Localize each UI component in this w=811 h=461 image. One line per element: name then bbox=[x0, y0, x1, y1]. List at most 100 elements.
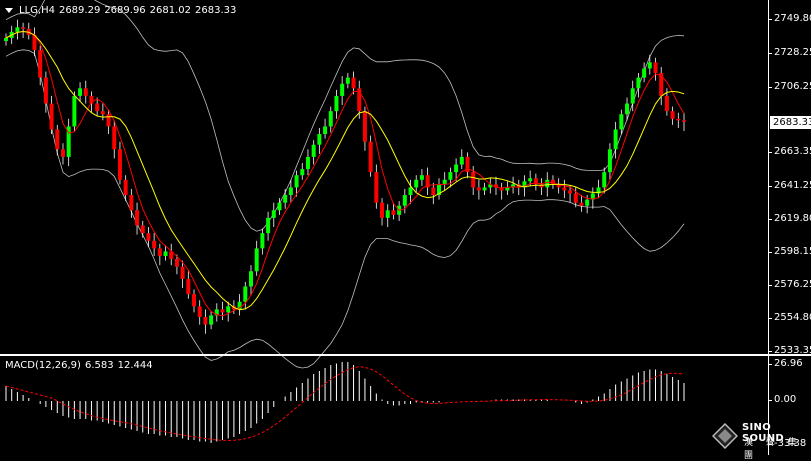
candle-body bbox=[545, 179, 550, 188]
candle-body bbox=[385, 210, 390, 218]
candle-body bbox=[266, 217, 271, 234]
candle-body bbox=[203, 316, 208, 325]
low-value: 2681.02 bbox=[149, 5, 192, 16]
candle-body bbox=[220, 309, 225, 313]
price-tick: 2706.25 bbox=[767, 81, 811, 92]
open-value: 2689.29 bbox=[58, 5, 101, 16]
candle-body bbox=[174, 259, 179, 267]
candle-body bbox=[482, 187, 487, 191]
macd-value: 6.583 bbox=[84, 360, 114, 371]
chart-header: LLG,H4 2689.29 2689.96 2681.02 2683.33 bbox=[5, 5, 236, 16]
price-tick: 2554.80 bbox=[767, 312, 811, 323]
candle-body bbox=[328, 111, 333, 127]
candle-body bbox=[135, 210, 140, 226]
price-axis-line bbox=[768, 0, 769, 455]
candle-body bbox=[334, 95, 339, 112]
price-tick: 2576.25 bbox=[767, 279, 811, 290]
candle-body bbox=[254, 248, 259, 272]
diamond-logo-icon bbox=[712, 423, 738, 449]
candle-body bbox=[140, 225, 145, 234]
candle-body bbox=[664, 95, 669, 112]
candle-body bbox=[374, 172, 379, 203]
candle-body bbox=[271, 210, 276, 218]
candle-body bbox=[448, 172, 453, 180]
macd-header: MACD(12,26,9) 6.583 12.444 bbox=[5, 360, 153, 371]
candle-body bbox=[152, 240, 157, 249]
price-tick: 2641.25 bbox=[767, 180, 811, 191]
candle-body bbox=[323, 126, 328, 135]
candle-body bbox=[55, 129, 60, 150]
candle-body bbox=[78, 88, 83, 96]
candle-body bbox=[362, 111, 367, 142]
watermark-sub: 漢 聲 集 團 bbox=[744, 438, 802, 461]
candle-body bbox=[454, 164, 459, 173]
candle-body bbox=[72, 95, 77, 127]
macd-tick: 26.96 bbox=[768, 358, 803, 369]
candle-body bbox=[630, 88, 635, 104]
chart-canvas[interactable] bbox=[0, 0, 811, 455]
price-tick: 2728.25 bbox=[767, 47, 811, 58]
candle-body bbox=[60, 149, 65, 157]
candle-body bbox=[106, 114, 111, 127]
candle-body bbox=[682, 120, 686, 122]
candle-body bbox=[414, 179, 419, 188]
candle-body bbox=[676, 118, 681, 121]
candle-body bbox=[431, 187, 436, 196]
candle-body bbox=[260, 233, 265, 249]
bollinger-lower-band bbox=[5, 49, 685, 369]
price-tick: 2598.15 bbox=[767, 246, 811, 257]
candle-body bbox=[146, 233, 151, 241]
high-value: 2689.96 bbox=[104, 5, 146, 16]
candle-body bbox=[197, 306, 202, 317]
macd-signal-line bbox=[5, 366, 685, 442]
candle-body bbox=[129, 195, 134, 211]
candle-body bbox=[248, 271, 253, 287]
candle-body bbox=[83, 88, 88, 96]
candle-body bbox=[391, 210, 396, 215]
candle-body bbox=[476, 187, 481, 191]
price-tick: 2749.80 bbox=[767, 13, 811, 24]
candle-body bbox=[642, 68, 647, 78]
candle-body bbox=[305, 156, 310, 170]
chart-window[interactable]: LLG,H4 2689.29 2689.96 2681.02 2683.33 2… bbox=[0, 0, 811, 461]
macd-label: MACD(12,26,9) bbox=[5, 360, 81, 371]
candle-body bbox=[226, 306, 231, 313]
candle-body bbox=[38, 50, 43, 78]
candle-body bbox=[419, 175, 424, 180]
candle-body bbox=[283, 195, 288, 203]
candle-body bbox=[380, 202, 385, 218]
candle-body bbox=[192, 294, 197, 307]
candle-body bbox=[408, 187, 413, 196]
dropdown-triangle-icon[interactable] bbox=[5, 8, 13, 13]
symbol-label: LLG,H4 bbox=[19, 5, 55, 16]
candle-body bbox=[288, 187, 293, 196]
candle-body bbox=[100, 111, 105, 115]
candle-body bbox=[340, 83, 345, 96]
candle-body bbox=[209, 315, 214, 325]
candle-body bbox=[157, 248, 162, 257]
candle-body bbox=[528, 178, 533, 182]
candle-body bbox=[471, 172, 476, 188]
macd-tick: 0.00 bbox=[767, 394, 797, 405]
candle-body bbox=[15, 27, 20, 32]
candle-body bbox=[351, 77, 356, 89]
candle-body bbox=[43, 77, 48, 104]
panel-separator[interactable] bbox=[0, 354, 811, 356]
current-price-label: 2683.33 bbox=[770, 116, 811, 129]
candle-body bbox=[670, 111, 675, 119]
price-tick: 2533.35 bbox=[767, 345, 811, 356]
candle-body bbox=[459, 156, 464, 165]
candle-body bbox=[602, 172, 607, 188]
candle-body bbox=[243, 286, 248, 302]
candle-body bbox=[112, 126, 117, 150]
candle-body bbox=[636, 77, 641, 89]
candle-body bbox=[585, 199, 590, 206]
candle-body bbox=[300, 169, 305, 176]
candle-body bbox=[311, 144, 316, 157]
candle-body bbox=[117, 149, 122, 180]
candle-body bbox=[294, 175, 299, 188]
candle-body bbox=[579, 202, 584, 206]
candle-body bbox=[573, 193, 578, 203]
candle-body bbox=[345, 77, 350, 84]
macd-signal-value: 12.444 bbox=[117, 360, 153, 371]
